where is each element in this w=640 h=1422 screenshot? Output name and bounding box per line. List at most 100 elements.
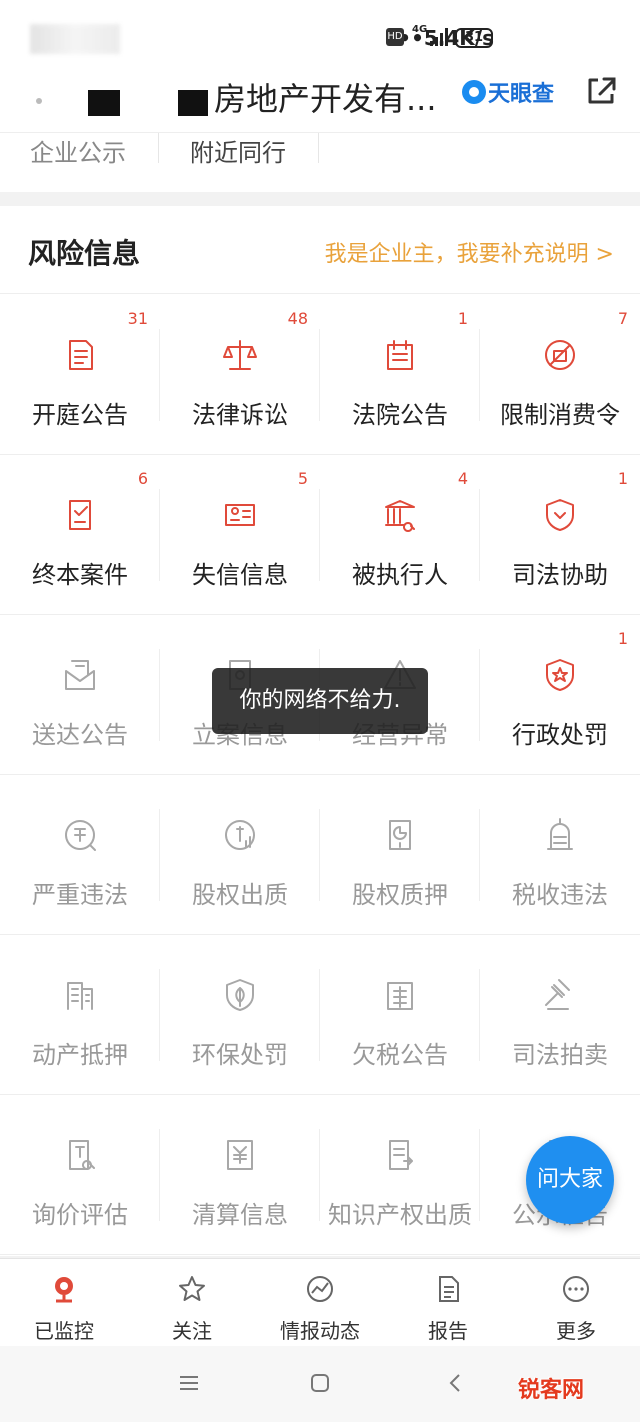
risk-item-label: 股权质押 [352,881,448,909]
tab-trend[interactable]: 情报动态 [256,1259,384,1347]
liquidation-icon [227,1140,253,1170]
risk-item[interactable]: 股权质押 [320,775,480,935]
tax-alarm-icon [547,818,573,850]
risk-count-badge: 4 [457,469,468,488]
risk-item-label: 开庭公告 [32,401,128,429]
tab-label: 报告 [428,1319,468,1343]
hd-badge: HD [386,28,404,46]
sub-tab-company-notice[interactable]: 企业公示 [30,133,126,168]
tab-report[interactable]: 报告 [384,1259,512,1347]
risk-item[interactable]: 动产抵押 [0,935,160,1095]
risk-item[interactable]: 清算信息 [160,1095,320,1255]
risk-item-label: 法律诉讼 [192,401,288,429]
ask-everyone-button[interactable]: 问大家 [526,1136,614,1224]
risk-item[interactable]: 知识产权出质 [320,1095,480,1255]
risk-count-badge: 1 [457,309,468,328]
risk-item-label: 询价评估 [32,1201,128,1229]
monitor-icon [55,1277,73,1303]
shield-star-icon [546,659,574,691]
signal-label: 4G [412,24,428,35]
id-card-icon [225,504,255,526]
risk-item[interactable]: 送达公告 [0,615,160,775]
risk-item-label: 终本案件 [32,561,128,589]
tab-label: 关注 [172,1319,212,1343]
risk-item-label: 税收违法 [512,881,608,909]
risk-item-label: 动产抵押 [32,1041,128,1069]
risk-count-badge: 1 [617,629,628,648]
gavel-icon [545,979,570,1010]
risk-item[interactable]: 5 失信信息 [160,455,320,615]
owner-explain-link[interactable]: 我是企业主，我要补充说明 > [325,236,614,268]
risk-count-badge: 7 [617,309,628,328]
risk-item[interactable]: 1 法院公告 [320,295,480,455]
risk-item[interactable]: 48 法律诉讼 [160,295,320,455]
risk-item-label: 司法协助 [512,561,608,589]
risk-item[interactable]: 6 终本案件 [0,455,160,615]
tab-label: 更多 [556,1319,596,1343]
brand-name: 天眼查 [488,82,555,107]
risk-item-label: 清算信息 [192,1201,288,1229]
risk-item[interactable]: 欠税公告 [320,935,480,1095]
tab-label: 情报动态 [280,1319,360,1343]
risk-item[interactable]: 环保处罚 [160,935,320,1095]
watermark: 锐客网 [518,1378,585,1403]
menu-icon[interactable] [174,1368,204,1398]
shield-heart-icon [546,499,574,531]
envelope-icon [65,660,95,690]
equity-pledge-icon [225,820,255,850]
risk-count-badge: 6 [137,469,148,488]
risk-item-label: 法院公告 [352,401,448,429]
tianyancha-logo: 天眼查 [462,78,555,107]
risk-header: 风险信息 我是企业主，我要补充说明 > [0,206,640,294]
risk-item[interactable]: 31 开庭公告 [0,295,160,455]
section-title: 风险信息 [28,237,141,270]
redaction-mask [178,90,208,116]
star-icon [179,1276,205,1301]
back-icon[interactable] [36,98,42,104]
risk-item[interactable]: 询价评估 [0,1095,160,1255]
battery-icon: 31 [455,28,493,48]
ip-pledge-icon [389,1140,413,1170]
risk-item[interactable]: 7 限制消费令 [480,295,640,455]
risk-item[interactable]: 税收违法 [480,775,640,935]
leaf-shield-icon [226,979,254,1011]
risk-item[interactable]: 4 被执行人 [320,455,480,615]
sub-tab-nearby-peers[interactable]: 附近同行 [190,133,286,168]
risk-item-label: 股权出质 [192,881,288,909]
risk-item[interactable]: 司法拍卖 [480,935,640,1095]
risk-item-label: 知识产权出质 [328,1201,472,1229]
risk-count-badge: 48 [287,309,308,328]
tab-label: 已监控 [34,1319,94,1343]
risk-count-badge: 5 [297,469,308,488]
risk-item-label: 失信信息 [192,561,288,589]
court-doc-icon [69,340,93,370]
risk-item[interactable]: 股权出质 [160,775,320,935]
report-icon [439,1276,459,1302]
tab-monitor[interactable]: 已监控 [0,1259,128,1347]
back-nav-icon[interactable] [440,1368,470,1398]
risk-count-badge: 31 [127,309,148,328]
eye-logo-icon [462,80,486,104]
risk-item-label: 环保处罚 [192,1041,288,1069]
risk-item-label: 司法拍卖 [512,1041,608,1069]
risk-item-label: 严重违法 [32,881,128,909]
tab-more[interactable]: 更多 [512,1259,640,1347]
building-icon [67,982,93,1010]
redaction-mask [88,90,120,116]
risk-item-label: 行政处罚 [512,721,608,749]
risk-item-label: 欠税公告 [352,1041,448,1069]
home-icon[interactable] [305,1368,335,1398]
case-check-icon [69,500,91,530]
share-icon[interactable] [584,72,620,108]
tab-star[interactable]: 关注 [128,1259,256,1347]
risk-item[interactable]: 严重违法 [0,775,160,935]
more-icon [563,1276,589,1302]
tax-doc-icon [387,982,413,1010]
risk-item[interactable]: 1 司法协助 [480,455,640,615]
network-toast: 你的网络不给力. [212,668,428,734]
scales-icon [223,340,257,370]
risk-item[interactable]: 1 行政处罚 [480,615,640,775]
risk-item-label: 限制消费令 [500,401,620,429]
blurred-time [30,24,120,54]
calendar-notice-icon [387,340,413,370]
